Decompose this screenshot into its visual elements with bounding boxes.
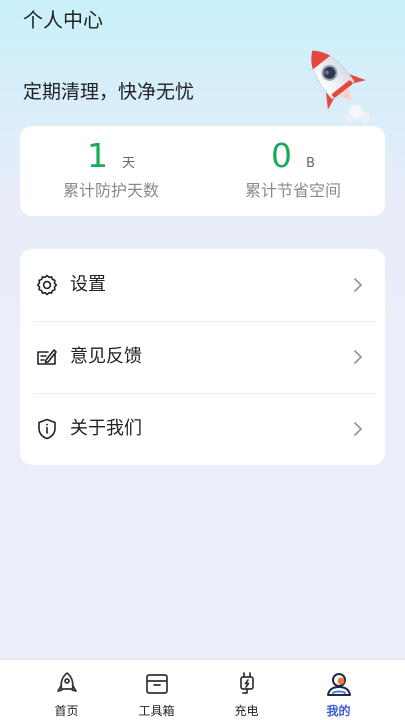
menu-item-label: 设置 bbox=[70, 274, 106, 295]
bottom-tab-bar: 首页 工具箱 充电 我的 bbox=[0, 659, 405, 720]
menu-item-label: 关于我们 bbox=[70, 418, 142, 439]
shield-info-icon bbox=[38, 418, 56, 440]
stats-card: 1天 累计防护天数 0B 累计节省空间 bbox=[20, 126, 385, 216]
menu-item-about[interactable]: 关于我们 bbox=[20, 393, 385, 465]
stat-value: 0 bbox=[271, 136, 293, 175]
tab-label: 我的 bbox=[326, 704, 351, 718]
stat-value: 1 bbox=[86, 136, 108, 175]
stat-saved-space: 0B 累计节省空间 bbox=[202, 126, 384, 216]
toolbox-icon bbox=[145, 674, 168, 694]
menu-card: 设置 意见反馈 关于我们 bbox=[20, 249, 385, 465]
menu-item-settings[interactable]: 设置 bbox=[20, 249, 385, 321]
chevron-right-icon bbox=[354, 422, 362, 436]
gear-icon bbox=[36, 274, 58, 296]
chevron-right-icon bbox=[354, 350, 362, 364]
tab-label: 工具箱 bbox=[138, 704, 175, 718]
tab-charge[interactable]: 充电 bbox=[196, 660, 297, 720]
slogan-text: 定期清理，快净无忧 bbox=[23, 81, 195, 103]
stat-label: 累计节省空间 bbox=[244, 181, 341, 200]
page-title: 个人中心 bbox=[23, 8, 103, 32]
stat-unit: B bbox=[306, 156, 315, 171]
chevron-right-icon bbox=[354, 278, 362, 292]
stat-protection-days: 1天 累计防护天数 bbox=[20, 126, 202, 216]
tab-label: 充电 bbox=[234, 704, 259, 718]
charger-icon bbox=[239, 672, 254, 694]
feedback-icon bbox=[37, 349, 57, 365]
rocket-icon bbox=[56, 672, 77, 692]
stat-label: 累计防护天数 bbox=[62, 181, 159, 200]
menu-item-feedback[interactable]: 意见反馈 bbox=[20, 321, 385, 393]
rocket-illustration bbox=[311, 50, 370, 122]
tab-mine[interactable]: 我的 bbox=[288, 660, 389, 720]
menu-item-label: 意见反馈 bbox=[70, 346, 142, 367]
stat-unit: 天 bbox=[121, 156, 135, 171]
user-icon bbox=[326, 673, 351, 696]
tab-home[interactable]: 首页 bbox=[16, 660, 117, 720]
tab-label: 首页 bbox=[54, 704, 79, 718]
tab-toolbox[interactable]: 工具箱 bbox=[106, 660, 207, 720]
